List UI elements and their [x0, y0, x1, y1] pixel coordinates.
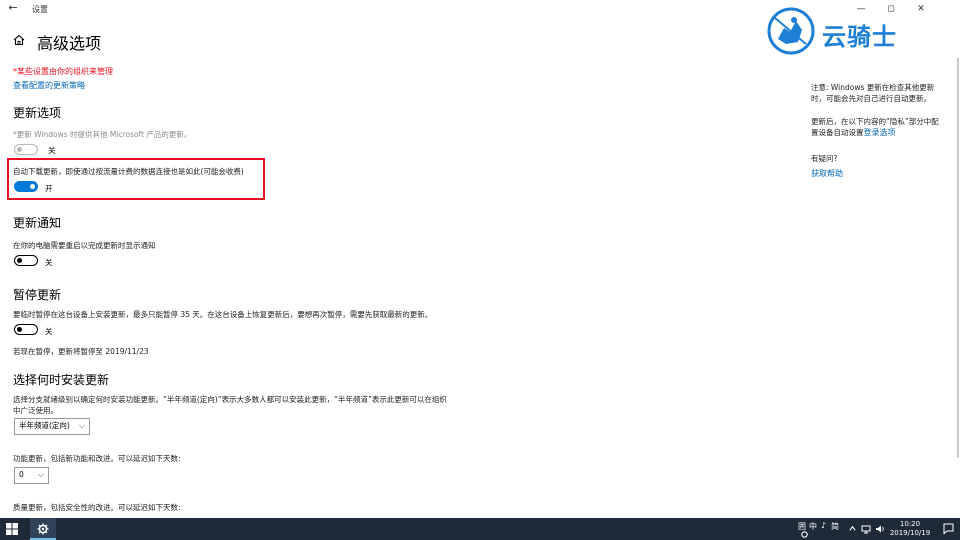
clock-date: 2019/10/19 — [889, 529, 931, 537]
scrollbar-thumb[interactable] — [957, 58, 959, 458]
restart-notify-state: 关 — [45, 258, 53, 267]
toggle-knob — [17, 146, 23, 152]
install-timing-description-line2: 中广泛使用。 — [13, 406, 58, 415]
notification-icon[interactable] — [943, 523, 954, 534]
feature-days-value: 0 — [19, 470, 24, 479]
settings-tray-icon[interactable] — [800, 530, 809, 539]
get-help-link[interactable]: 获取帮助 — [811, 168, 843, 179]
knight-logo-icon — [767, 7, 815, 55]
pause-description: 要临时暂停在这台设备上安装更新，最多只能暂停 35 天。在这台设备上恢复更新后，… — [13, 310, 433, 319]
toggle-knob — [29, 183, 35, 189]
channel-dropdown-value: 半年频道(定向) — [19, 421, 70, 430]
restart-notify-toggle[interactable] — [14, 255, 38, 266]
taskbar: 囲 中 ♪ 简 10:20 2019/10/19 — [0, 518, 960, 540]
volume-icon[interactable] — [875, 524, 885, 534]
ime-punctuation-icon[interactable]: ♪ — [821, 521, 826, 530]
restart-notify-label: 在你的电脑需要重启以完成更新时显示通知 — [13, 241, 156, 250]
quality-update-label: 质量更新，包括安全性的改进。可以延迟如下天数: — [13, 503, 181, 512]
logo-text: 云骑士 — [822, 23, 897, 51]
sidebar-note-line2: 时，可能会先对自己进行自动更新。 — [811, 94, 931, 103]
ime-language-indicator[interactable]: 中 — [809, 521, 817, 532]
taskbar-settings-app[interactable] — [30, 518, 56, 540]
sidebar-privacy-line2-text: 置设备自动设置 — [811, 128, 864, 137]
managed-notice: *某些设置由你的组织来管理 — [13, 67, 113, 76]
chevron-down-icon: ⌵ — [78, 421, 85, 430]
other-products-toggle — [14, 144, 38, 155]
windows-start-icon[interactable] — [6, 523, 18, 535]
feature-update-label: 功能更新，包括新功能和改进。可以延迟如下天数: — [13, 454, 181, 463]
toggle-knob — [17, 326, 23, 332]
chevron-down-icon: ⌵ — [37, 470, 44, 479]
network-icon[interactable] — [861, 524, 871, 534]
window-title: 设置 — [32, 5, 48, 14]
update-policies-link[interactable]: 查看配置的更新策略 — [13, 80, 85, 91]
gear-icon — [37, 523, 49, 535]
metered-download-label: 自动下载更新，即使通过按流量计费的数据连接也是如此(可能会收费) — [13, 167, 244, 176]
pause-updates-state: 关 — [45, 327, 53, 336]
metered-download-toggle[interactable] — [14, 181, 38, 192]
section-heading-pause-updates: 暂停更新 — [13, 288, 62, 302]
sidebar-note-line1: 注意: Windows 更新在检查其他更新 — [811, 83, 935, 92]
other-products-state: 关 — [48, 146, 56, 155]
install-timing-description-line1: 选择分支就绪级别以确定何时安装功能更新。“半年频道(定向)”表示大多数人都可以安… — [13, 395, 447, 404]
sidebar-privacy-line1: 更新后，在以下内容的“隐私”部分中配 — [811, 117, 939, 126]
feature-days-dropdown[interactable]: 0 ⌵ — [14, 467, 49, 484]
tray-expand-icon[interactable] — [848, 524, 857, 533]
pause-until-text: 若现在暂停，更新将暂停至 2019/11/23 — [13, 347, 149, 356]
section-heading-install-timing: 选择何时安装更新 — [13, 373, 110, 387]
metered-download-state: 开 — [45, 184, 53, 193]
section-heading-update-options: 更新选项 — [13, 106, 62, 120]
section-heading-update-notifications: 更新通知 — [13, 216, 62, 230]
page-title: 高级选项 — [37, 34, 102, 53]
system-clock[interactable]: 10:20 2019/10/19 — [888, 520, 932, 538]
scrollbar[interactable] — [954, 18, 960, 518]
home-icon[interactable] — [13, 34, 25, 46]
toggle-knob — [17, 257, 23, 263]
sidebar-privacy-line2: 置设备自动设置登录选项 — [811, 127, 896, 138]
login-options-link[interactable]: 登录选项 — [864, 128, 896, 137]
pause-updates-toggle[interactable] — [14, 324, 38, 335]
sidebar-question: 有疑问? — [811, 154, 838, 163]
back-arrow-icon[interactable]: ← — [6, 1, 20, 15]
clock-time: 10:20 — [899, 520, 921, 528]
other-products-label: *更新 Windows 时提供其他 Microsoft 产品的更新。 — [13, 130, 192, 139]
channel-dropdown[interactable]: 半年频道(定向) ⌵ — [14, 418, 90, 435]
ime-mode-indicator[interactable]: 简 — [831, 521, 839, 532]
